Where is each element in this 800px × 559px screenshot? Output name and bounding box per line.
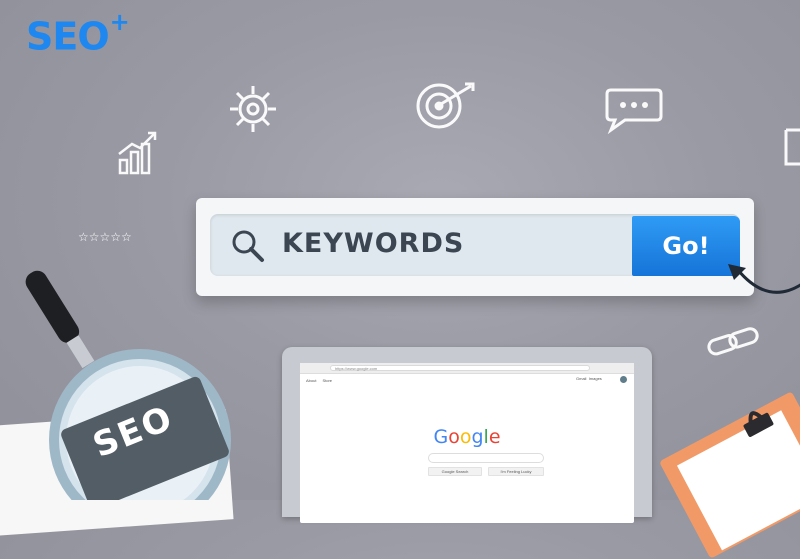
seo-logo: SEO+ bbox=[26, 8, 130, 59]
store-link[interactable]: Store bbox=[322, 378, 332, 383]
target-icon bbox=[416, 82, 475, 129]
laptop: https://www.google.com About Store Gmail … bbox=[282, 347, 652, 523]
search-query: KEYWORDS bbox=[282, 228, 465, 259]
cursor-arrow-icon bbox=[728, 264, 800, 294]
speech-bubble-icon bbox=[605, 88, 663, 134]
about-link[interactable]: About bbox=[306, 378, 316, 383]
google-search-input[interactable] bbox=[428, 453, 544, 463]
gear-icon bbox=[230, 86, 276, 132]
laptop-screen: https://www.google.com About Store Gmail … bbox=[300, 363, 634, 523]
google-search-button[interactable]: Google Search bbox=[428, 467, 482, 476]
clipboard bbox=[658, 391, 800, 559]
magnifying-glass bbox=[25, 270, 231, 500]
google-logo: Google bbox=[433, 426, 501, 448]
url-bar[interactable]: https://www.google.com bbox=[330, 365, 590, 371]
browser-toolbar: https://www.google.com bbox=[300, 363, 634, 374]
clip-icon bbox=[743, 411, 774, 437]
google-top-links: About Store bbox=[306, 378, 338, 383]
rating-stars: ☆☆☆☆☆ bbox=[78, 230, 132, 244]
images-link[interactable]: Images bbox=[589, 376, 602, 381]
feeling-lucky-button[interactable]: I'm Feeling Lucky bbox=[488, 467, 544, 476]
bar-chart-icon bbox=[118, 131, 157, 175]
search-icon bbox=[232, 230, 264, 262]
google-right-links: Gmail Images bbox=[576, 376, 602, 381]
document-icon bbox=[784, 128, 800, 166]
link-icon bbox=[707, 327, 759, 356]
search-card: KEYWORDS Go! bbox=[196, 198, 754, 296]
avatar[interactable] bbox=[620, 376, 627, 383]
gmail-link[interactable]: Gmail bbox=[576, 376, 586, 381]
